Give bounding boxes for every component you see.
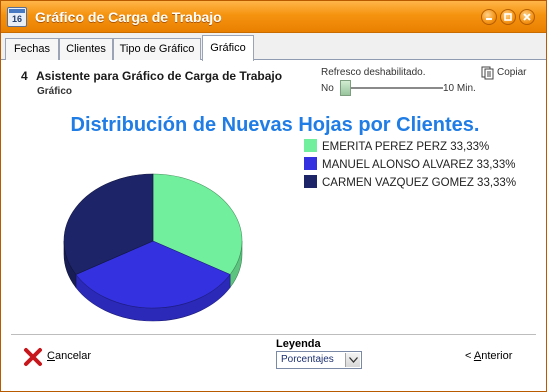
chart-title: Distribución de Nuevas Hojas por Cliente… xyxy=(71,114,480,136)
refresh-slider-thumb[interactable] xyxy=(340,80,351,96)
previous-label-rest: nterior xyxy=(481,350,513,362)
legend-label: Leyenda xyxy=(276,338,321,350)
footer-divider xyxy=(11,334,536,335)
minimize-icon xyxy=(486,18,492,20)
legend-swatch-0 xyxy=(304,139,317,152)
step-title: Asistente para Gráfico de Carga de Traba… xyxy=(36,69,283,83)
previous-prefix: < xyxy=(465,350,474,362)
tab-fechas[interactable]: Fechas xyxy=(5,38,59,60)
close-button[interactable] xyxy=(519,9,535,25)
legend-select[interactable]: Porcentajes xyxy=(276,351,362,369)
previous-button[interactable]: < Anterior xyxy=(465,350,512,362)
legend-select-value: Porcentajes xyxy=(281,354,334,365)
refresh-slider-max-label: 10 Min. xyxy=(443,83,476,94)
title-bar[interactable]: 16 Gráfico de Carga de Trabajo xyxy=(1,1,546,33)
cancel-label-rest: ancelar xyxy=(54,350,92,362)
legend-swatch-1 xyxy=(304,157,317,170)
maximize-button[interactable] xyxy=(500,9,516,25)
legend-swatch-2 xyxy=(304,175,317,188)
pie-slices xyxy=(63,173,243,322)
tab-bar: Fechas Clientes Tipo de Gráfico Gráfico xyxy=(1,33,546,61)
wizard-window: 16 Gráfico de Carga de Trabajo Fechas Cl… xyxy=(0,0,547,392)
close-icon xyxy=(523,13,531,21)
copy-icon xyxy=(481,66,494,80)
step-number: 4 xyxy=(21,69,28,83)
tab-grafico[interactable]: Gráfico xyxy=(202,35,254,61)
step-subtitle: Gráfico xyxy=(37,86,73,97)
red-x-icon xyxy=(24,348,42,366)
legend-label-1: MANUEL ALONSO ALVAREZ 33,33% xyxy=(322,159,515,171)
cancel-accesskey: C xyxy=(47,350,55,362)
cancel-button[interactable]: Cancelar xyxy=(23,347,103,367)
tab-tipo-de-grafico[interactable]: Tipo de Gráfico xyxy=(113,38,201,60)
refresh-slider-min-label: No xyxy=(321,83,334,94)
legend-label-0: EMERITA PEREZ PERZ 33,33% xyxy=(322,141,489,153)
chart-legend: EMERITA PEREZ PERZ 33,33% MANUEL ALONSO A… xyxy=(304,139,516,189)
legend-label-2: CARMEN VAZQUEZ GOMEZ 33,33% xyxy=(322,177,516,189)
copy-button[interactable]: Copiar xyxy=(481,65,533,83)
copy-label: Copiar xyxy=(497,67,527,78)
refresh-status-label: Refresco deshabilitado. xyxy=(321,67,426,78)
minimize-button[interactable] xyxy=(481,9,497,25)
tab-clientes[interactable]: Clientes xyxy=(59,38,113,60)
calendar-icon-number: 16 xyxy=(11,14,22,24)
refresh-slider-track[interactable] xyxy=(341,87,443,89)
window-title: Gráfico de Carga de Trabajo xyxy=(35,9,222,25)
pie-chart: Distribución de Nuevas Hojas por Cliente… xyxy=(63,114,516,322)
calendar-icon: 16 xyxy=(7,7,27,27)
chevron-down-icon[interactable] xyxy=(345,353,360,367)
cancel-label: Cancelar xyxy=(47,350,91,362)
maximize-icon xyxy=(504,13,512,21)
